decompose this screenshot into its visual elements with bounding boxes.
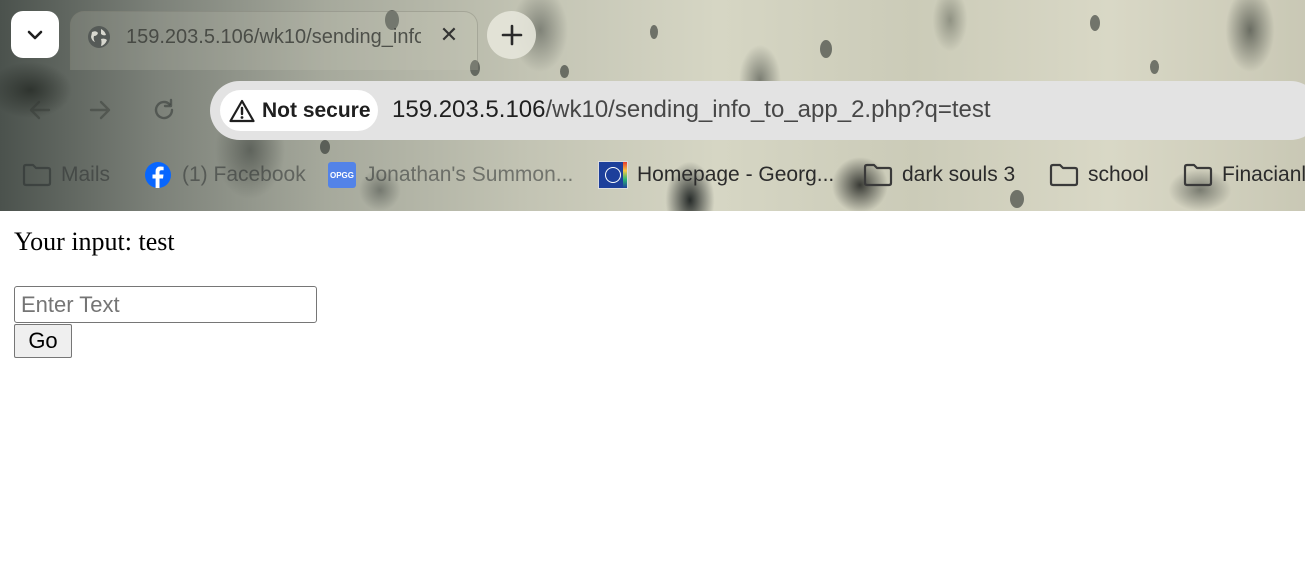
address-bar[interactable]: Not secure 159.203.5.106/wk10/sending_in…	[210, 81, 1305, 140]
globe-icon	[88, 26, 110, 48]
reload-icon	[154, 98, 174, 120]
folder-icon	[1049, 163, 1079, 187]
page-content: Your input: test Go	[0, 211, 1305, 575]
url-host: 159.203.5.106	[392, 96, 546, 123]
warning-icon	[229, 99, 255, 122]
bookmarks-bar: Mails (1) Facebook OPGG Jonathan's Summo…	[0, 155, 1305, 195]
georgebrown-icon	[598, 161, 628, 189]
back-button[interactable]	[22, 92, 58, 128]
bookmark-label: school	[1088, 163, 1149, 186]
bookmark-label: Mails	[61, 163, 111, 186]
go-button[interactable]: Go	[14, 324, 72, 358]
browser-tab[interactable]: 159.203.5.106/wk10/sending_info_to_app_2…	[70, 11, 478, 70]
url-path: /wk10/sending_info_to_app_2.php?q=test	[545, 96, 991, 123]
close-tab-icon[interactable]: ✕	[437, 23, 461, 47]
url-text[interactable]: 159.203.5.106/wk10/sending_info_to_app_2…	[392, 95, 991, 125]
forward-button[interactable]	[82, 92, 118, 128]
bookmark-label: Homepage - Georg...	[637, 163, 835, 186]
reload-button[interactable]	[146, 92, 182, 128]
arrow-right-icon	[89, 100, 111, 120]
bookmark-dark-souls[interactable]: dark souls 3	[863, 155, 1015, 195]
bookmark-facebook[interactable]: (1) Facebook	[143, 155, 306, 195]
facebook-icon	[145, 162, 171, 188]
opgg-icon: OPGG	[328, 162, 356, 188]
bookmark-finacianl[interactable]: Finacianl	[1183, 155, 1305, 195]
chevron-down-icon	[27, 30, 43, 39]
bookmark-georgebrown[interactable]: Homepage - Georg...	[598, 155, 834, 195]
browser-chrome: 159.203.5.106/wk10/sending_info_to_app_2…	[0, 0, 1305, 211]
bookmark-opgg[interactable]: OPGG Jonathan's Summon...	[328, 155, 573, 195]
text-input[interactable]	[14, 286, 317, 323]
new-tab-button[interactable]	[487, 11, 536, 59]
bookmark-label: (1) Facebook	[182, 163, 306, 186]
plus-icon	[501, 24, 522, 46]
security-label: Not secure	[262, 98, 371, 122]
bookmark-label: Finacianl	[1222, 163, 1305, 186]
result-text: Your input: test	[14, 227, 175, 256]
opgg-badge-text: OPGG	[329, 170, 354, 180]
folder-icon	[863, 163, 893, 187]
bookmark-label: Jonathan's Summon...	[365, 163, 574, 186]
tab-search-button[interactable]	[11, 11, 59, 58]
tab-title: 159.203.5.106/wk10/sending_info_to_app_2…	[126, 26, 421, 48]
arrow-left-icon	[29, 100, 51, 120]
bookmark-school[interactable]: school	[1049, 155, 1149, 195]
bookmark-mails[interactable]: Mails	[22, 155, 110, 195]
bookmark-label: dark souls 3	[902, 163, 1016, 186]
folder-icon	[1183, 163, 1213, 187]
security-indicator[interactable]: Not secure	[220, 90, 378, 131]
folder-icon	[22, 163, 52, 187]
